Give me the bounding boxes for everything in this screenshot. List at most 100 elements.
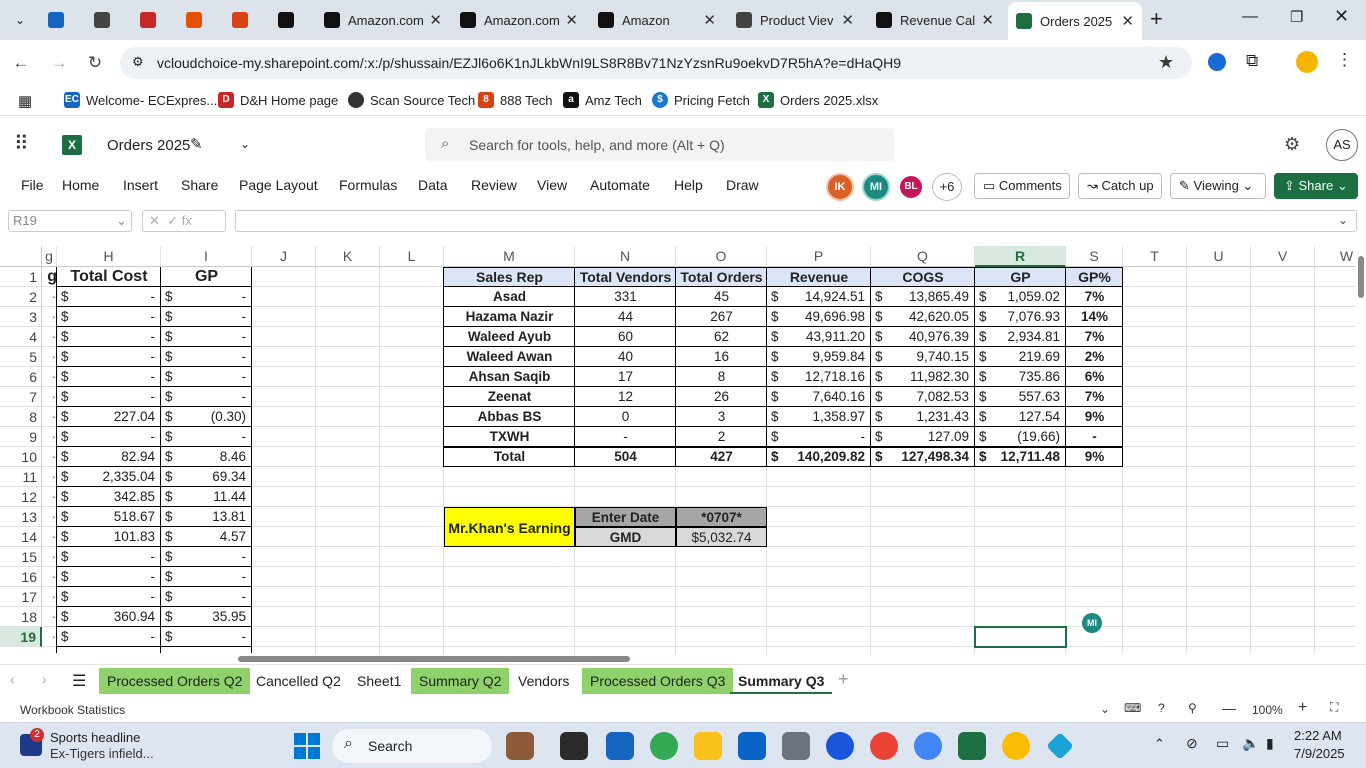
site-info-icon[interactable]: ⚙ bbox=[132, 54, 144, 70]
cogs-cell[interactable]: 127.09 bbox=[871, 427, 969, 447]
clock-date[interactable]: 7/9/2025 bbox=[1294, 746, 1345, 761]
app-launcher-icon[interactable]: ⠿ bbox=[14, 131, 29, 156]
remote-app-icon[interactable] bbox=[1046, 732, 1074, 760]
tray-chevron-icon[interactable]: ⌃ bbox=[1154, 736, 1165, 752]
gp-percent-cell[interactable]: 14% bbox=[1066, 307, 1123, 327]
row-header-1[interactable]: 1 bbox=[0, 267, 42, 287]
row-header-10[interactable]: 10 bbox=[0, 447, 42, 467]
gmd-label[interactable]: GMD bbox=[575, 527, 676, 547]
row-header-13[interactable]: 13 bbox=[0, 507, 42, 527]
store-icon[interactable] bbox=[606, 732, 634, 760]
extension-icon[interactable] bbox=[1208, 53, 1226, 71]
display-icon[interactable]: ▭ bbox=[1216, 735, 1229, 752]
revenue-cell[interactable]: 7,640.16 bbox=[767, 387, 865, 407]
column-header-V[interactable]: V bbox=[1251, 246, 1315, 267]
menu-formulas[interactable]: Formulas bbox=[339, 177, 397, 193]
sales-rep-cell[interactable]: Hazama Nazir bbox=[444, 307, 575, 327]
total-cost-cell[interactable]: - bbox=[57, 287, 156, 307]
chrome-profile-icon[interactable] bbox=[870, 732, 898, 760]
row-header-15[interactable]: 15 bbox=[0, 547, 42, 567]
sheet-next-icon[interactable]: › bbox=[42, 671, 47, 687]
comments-button[interactable]: ▭ Comments bbox=[974, 173, 1070, 199]
close-window-button[interactable]: ✕ bbox=[1334, 6, 1349, 27]
gp-cell[interactable]: 735.86 bbox=[975, 367, 1060, 387]
bookmark-888[interactable]: 8 888 Tech bbox=[478, 92, 553, 108]
total-vendors-cell[interactable]: 12 bbox=[575, 387, 676, 407]
row-header-9[interactable]: 9 bbox=[0, 427, 42, 447]
cut-cell[interactable]: · bbox=[42, 527, 57, 547]
gp-percent-cell[interactable]: 9% bbox=[1066, 447, 1123, 467]
formula-input[interactable]: ⌄ bbox=[235, 210, 1357, 232]
row-header-18[interactable]: 18 bbox=[0, 607, 42, 627]
gp-cell[interactable]: - bbox=[161, 547, 247, 567]
column-header-M[interactable]: M bbox=[444, 246, 575, 267]
bookmark-ecexpress[interactable]: EC Welcome- ECExpres... bbox=[64, 92, 217, 108]
column-header-T[interactable]: T bbox=[1123, 246, 1187, 267]
selected-cell-r19[interactable] bbox=[974, 626, 1067, 648]
cut-cell[interactable]: · bbox=[42, 567, 57, 587]
outlook-icon[interactable] bbox=[738, 732, 766, 760]
gp-percent-cell[interactable]: 2% bbox=[1066, 347, 1123, 367]
cut-cell[interactable]: · bbox=[42, 487, 57, 507]
cogs-cell[interactable]: 40,976.39 bbox=[871, 327, 969, 347]
zoom-out-button[interactable]: — bbox=[1222, 700, 1236, 716]
revenue-cell[interactable]: 140,209.82 bbox=[767, 447, 865, 467]
close-tab-icon[interactable]: ✕ bbox=[835, 11, 854, 29]
cogs-cell[interactable]: 7,082.53 bbox=[871, 387, 969, 407]
browser-tab-10[interactable]: Revenue Cal ✕ bbox=[868, 4, 1002, 36]
revenue-cell[interactable]: 49,696.98 bbox=[767, 307, 865, 327]
sheet-prev-icon[interactable]: ‹ bbox=[10, 671, 15, 687]
row-header-2[interactable]: 2 bbox=[0, 287, 42, 307]
browser-menu-icon[interactable]: ⋮ bbox=[1336, 50, 1353, 70]
vertical-scrollbar[interactable] bbox=[1356, 240, 1366, 654]
gp-cell[interactable]: - bbox=[161, 567, 247, 587]
sheet-tab-summary-q2[interactable]: Summary Q2 bbox=[411, 668, 510, 694]
cogs-cell[interactable]: 13,865.49 bbox=[871, 287, 969, 307]
row-header-12[interactable]: 12 bbox=[0, 487, 42, 507]
collab-avatar-ik[interactable]: IK bbox=[826, 173, 854, 201]
gp-percent-cell[interactable]: 7% bbox=[1066, 287, 1123, 307]
total-cost-cell[interactable]: - bbox=[57, 567, 156, 587]
total-vendors-cell[interactable]: 17 bbox=[575, 367, 676, 387]
zoom-app-icon[interactable] bbox=[826, 732, 854, 760]
total-vendors-cell[interactable]: 40 bbox=[575, 347, 676, 367]
cut-cell[interactable]: · bbox=[42, 287, 57, 307]
earning-label[interactable]: Mr.Khan's Earning bbox=[444, 507, 575, 547]
column-header-U[interactable]: U bbox=[1187, 246, 1251, 267]
minimize-button[interactable]: — bbox=[1242, 8, 1258, 26]
column-header-I[interactable]: I bbox=[161, 246, 252, 267]
cut-cell[interactable]: · bbox=[42, 407, 57, 427]
row-header-16[interactable]: 16 bbox=[0, 567, 42, 587]
total-cost-cell[interactable]: 518.67 bbox=[57, 507, 155, 527]
bookmark-pricing-fetch[interactable]: $ Pricing Fetch bbox=[652, 92, 750, 108]
presence-avatar-mi[interactable]: MI bbox=[1082, 613, 1102, 633]
bookmark-dh[interactable]: D D&H Home page bbox=[218, 92, 338, 108]
total-vendors-cell[interactable]: 60 bbox=[575, 327, 676, 347]
sheet-tab-sheet1[interactable]: Sheet1 bbox=[349, 668, 409, 694]
maximize-button[interactable]: ❐ bbox=[1290, 8, 1303, 26]
total-orders-cell[interactable]: 16 bbox=[676, 347, 767, 367]
cogs-cell[interactable]: 42,620.05 bbox=[871, 307, 969, 327]
browser-tab-2[interactable] bbox=[132, 4, 168, 36]
bookmark-scansource[interactable]: Scan Source Tech bbox=[348, 92, 475, 108]
row-header-6[interactable]: 6 bbox=[0, 367, 42, 387]
column-header-H[interactable]: H bbox=[57, 246, 161, 267]
revenue-cell[interactable]: 14,924.51 bbox=[767, 287, 865, 307]
fullscreen-icon[interactable]: ⛶ bbox=[1330, 700, 1338, 715]
gp-cell[interactable]: - bbox=[161, 627, 247, 647]
apps-grid-icon[interactable]: ▦ bbox=[18, 92, 32, 110]
start-button[interactable] bbox=[294, 733, 320, 759]
total-cost-cell[interactable]: 2,335.04 bbox=[57, 467, 155, 487]
taskbar-search[interactable]: ⌕ Search bbox=[332, 729, 492, 763]
chrome-profile3-icon[interactable] bbox=[1002, 732, 1030, 760]
gp-cell[interactable]: - bbox=[161, 307, 247, 327]
extensions-puzzle-icon[interactable]: ⧉ bbox=[1246, 51, 1258, 71]
cut-cell[interactable]: · bbox=[42, 467, 57, 487]
header-gp[interactable]: GP bbox=[161, 267, 252, 287]
news-widget[interactable]: 2 Sports headline Ex-Tigers infield... bbox=[18, 728, 198, 764]
row-header-8[interactable]: 8 bbox=[0, 407, 42, 427]
column-header-L[interactable]: L bbox=[380, 246, 444, 267]
gp-percent-cell[interactable]: 6% bbox=[1066, 367, 1123, 387]
cut-cell[interactable]: · bbox=[42, 587, 57, 607]
summary-header-cogs[interactable]: COGS bbox=[871, 267, 975, 287]
